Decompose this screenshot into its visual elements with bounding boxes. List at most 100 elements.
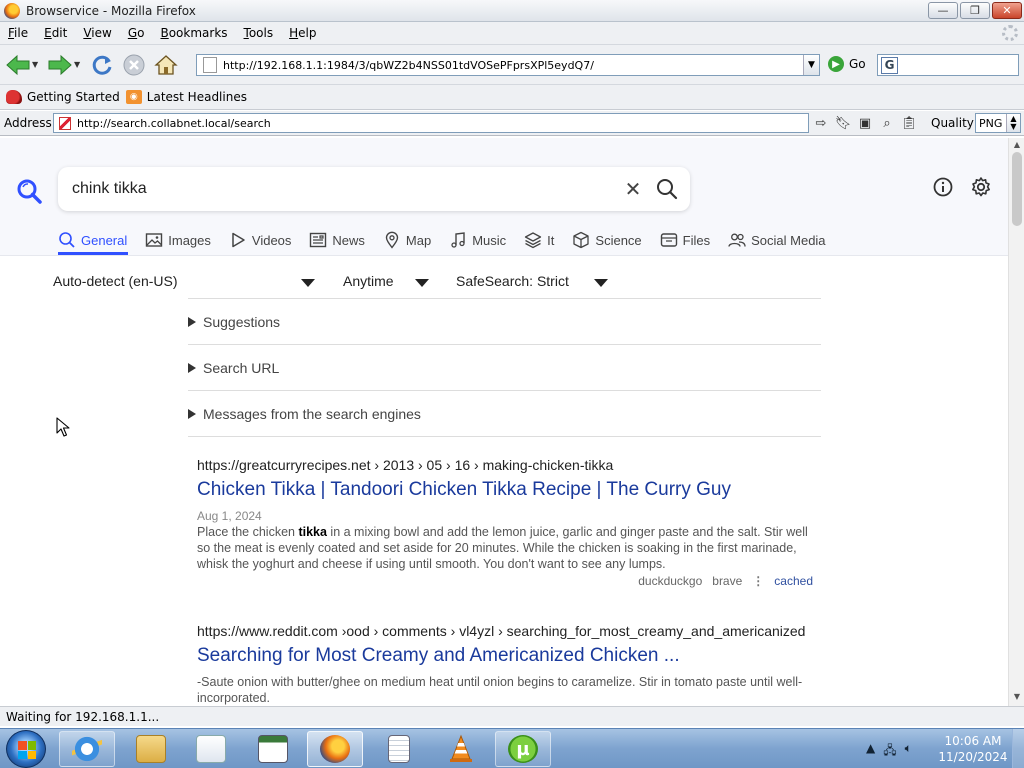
- tab-news[interactable]: News: [309, 230, 365, 250]
- details-label: Messages from the search engines: [203, 405, 421, 422]
- menu-go[interactable]: Go: [120, 26, 153, 40]
- back-history-dropdown-icon[interactable]: ▼: [32, 60, 42, 69]
- browservice-address-bar: Address http://search.collabnet.local/se…: [0, 111, 1024, 136]
- bookmark-label: Latest Headlines: [146, 90, 247, 104]
- language-dropdown-icon[interactable]: [301, 279, 315, 287]
- taskbar-media-player[interactable]: [183, 731, 239, 767]
- volume-icon[interactable]: 🔈︎: [905, 741, 912, 762]
- result-url[interactable]: https://greatcurryrecipes.net › 2013 › 0…: [197, 457, 817, 473]
- back-arrow-icon[interactable]: [4, 51, 32, 79]
- tab-files[interactable]: Files: [660, 230, 710, 250]
- suggestions-toggle[interactable]: Suggestions: [188, 299, 821, 345]
- quality-spinner-icon[interactable]: ▲ ▼: [1006, 114, 1020, 132]
- tab-label: Science: [595, 232, 642, 248]
- search-engine-icon[interactable]: G: [881, 56, 898, 74]
- expand-triangle-icon: [188, 408, 196, 419]
- taskbar-internet-explorer[interactable]: [59, 731, 115, 767]
- clear-search-icon[interactable]: ✕: [620, 176, 646, 202]
- details-label: Search URL: [203, 359, 280, 376]
- search-query-box[interactable]: chink tikka ✕: [58, 167, 690, 211]
- taskbar-firefox[interactable]: [307, 731, 363, 767]
- tab-videos[interactable]: Videos: [229, 230, 291, 250]
- save-icon[interactable]: ▣: [856, 114, 874, 132]
- url-history-dropdown-icon[interactable]: ▼: [803, 55, 819, 75]
- play-icon: [232, 232, 245, 248]
- url-bar[interactable]: http://192.168.1.1:1984/3/qbWZ2b4NSS01td…: [196, 54, 820, 76]
- safesearch-dropdown-icon[interactable]: [594, 279, 608, 287]
- engine-messages-toggle[interactable]: Messages from the search engines: [188, 391, 821, 437]
- taskbar-vlc[interactable]: [433, 731, 489, 767]
- show-desktop-button[interactable]: [1012, 729, 1024, 768]
- taskbar-file-explorer[interactable]: [123, 731, 179, 767]
- taskbar-clock[interactable]: 10:06 AM 11/20/2024: [938, 733, 1008, 765]
- window-titlebar: Browservice - Mozilla Firefox — ❐ ✕: [0, 0, 1024, 22]
- scroll-up-icon[interactable]: ▲: [1012, 140, 1022, 150]
- tray-expand-icon[interactable]: ▲: [866, 741, 875, 762]
- menu-file[interactable]: File: [0, 26, 36, 40]
- result-title-link[interactable]: Chicken Tikka | Tandoori Chicken Tikka R…: [197, 479, 817, 501]
- cube-icon: [573, 231, 590, 249]
- url-text[interactable]: http://192.168.1.1:1984/3/qbWZ2b4NSS01td…: [223, 59, 803, 72]
- tab-map[interactable]: Map: [383, 230, 431, 250]
- search-result: https://www.reddit.com ›ood › comments ›…: [197, 623, 817, 705]
- time-filter[interactable]: Anytime: [343, 273, 394, 289]
- search-url-toggle[interactable]: Search URL: [188, 345, 821, 391]
- info-icon[interactable]: [932, 176, 954, 198]
- address-field[interactable]: http://search.collabnet.local/search: [53, 113, 809, 133]
- find-binoculars-icon[interactable]: ⌕: [878, 114, 896, 132]
- more-vertical-icon[interactable]: ⋮: [752, 574, 764, 588]
- cached-link[interactable]: cached: [774, 574, 813, 588]
- bookmark-label: Getting Started: [27, 90, 120, 104]
- menu-bookmarks[interactable]: Bookmarks: [152, 26, 235, 40]
- scroll-down-icon[interactable]: ▼: [1012, 692, 1022, 702]
- navigate-arrow-icon[interactable]: ⇨: [812, 114, 830, 132]
- home-icon[interactable]: [152, 51, 180, 79]
- engine-label: brave: [712, 574, 743, 588]
- result-url[interactable]: https://www.reddit.com ›ood › comments ›…: [197, 623, 817, 639]
- start-button[interactable]: [6, 730, 46, 768]
- taskbar-notepad-doc[interactable]: [371, 731, 427, 767]
- tab-it[interactable]: It: [524, 230, 554, 250]
- result-date: Aug 1, 2024: [197, 509, 262, 523]
- close-button[interactable]: ✕: [992, 2, 1022, 19]
- maximize-button[interactable]: ❐: [960, 2, 990, 19]
- forward-arrow-icon[interactable]: [46, 51, 74, 79]
- stop-icon[interactable]: [120, 51, 148, 79]
- menu-help[interactable]: Help: [281, 26, 324, 40]
- tab-social-media[interactable]: Social Media: [728, 230, 826, 250]
- tab-music[interactable]: Music: [449, 230, 506, 250]
- address-url-text[interactable]: http://search.collabnet.local/search: [77, 117, 271, 130]
- menu-edit[interactable]: Edit: [36, 26, 75, 40]
- tab-science[interactable]: Science: [572, 230, 642, 250]
- bookmark-latest-headlines[interactable]: ◉ Latest Headlines: [125, 90, 247, 104]
- minimize-button[interactable]: —: [928, 2, 958, 19]
- taskbar-window-app[interactable]: [245, 731, 301, 767]
- tab-general[interactable]: General: [58, 230, 127, 250]
- firefox-logo-icon: [4, 2, 20, 19]
- clipboard-icon[interactable]: 📋︎: [900, 114, 918, 132]
- forward-history-dropdown-icon[interactable]: ▼: [74, 60, 84, 69]
- safesearch-filter[interactable]: SafeSearch: Strict: [456, 273, 569, 289]
- time-dropdown-icon[interactable]: [415, 279, 429, 287]
- settings-gear-icon[interactable]: [970, 176, 992, 198]
- windows-logo-icon: [18, 741, 36, 759]
- bookmark-getting-started[interactable]: Getting Started: [6, 90, 120, 104]
- search-query-input[interactable]: chink tikka: [72, 180, 620, 198]
- throbber-icon: [1002, 25, 1018, 41]
- search-icon[interactable]: [654, 176, 680, 202]
- language-filter[interactable]: Auto-detect (en-US): [53, 273, 178, 289]
- tab-images[interactable]: Images: [145, 230, 211, 250]
- searxng-logo-icon[interactable]: [16, 178, 42, 204]
- result-title-link[interactable]: Searching for Most Creamy and Americaniz…: [197, 645, 817, 667]
- vertical-scrollbar[interactable]: ▲ ▼: [1008, 138, 1024, 706]
- web-search-box[interactable]: G: [877, 54, 1019, 76]
- menu-view[interactable]: View: [75, 26, 119, 40]
- taskbar-utorrent[interactable]: µ: [495, 731, 551, 767]
- bookmark-icon[interactable]: 🔖︎: [834, 114, 852, 132]
- scrollbar-thumb[interactable]: [1012, 152, 1022, 226]
- quality-selector[interactable]: PNG ▲ ▼: [975, 113, 1021, 133]
- reload-icon[interactable]: [88, 51, 116, 79]
- go-button[interactable]: ▶ Go: [828, 56, 866, 72]
- network-icon[interactable]: 🖧︎: [883, 741, 896, 762]
- menu-tools[interactable]: Tools: [236, 26, 282, 40]
